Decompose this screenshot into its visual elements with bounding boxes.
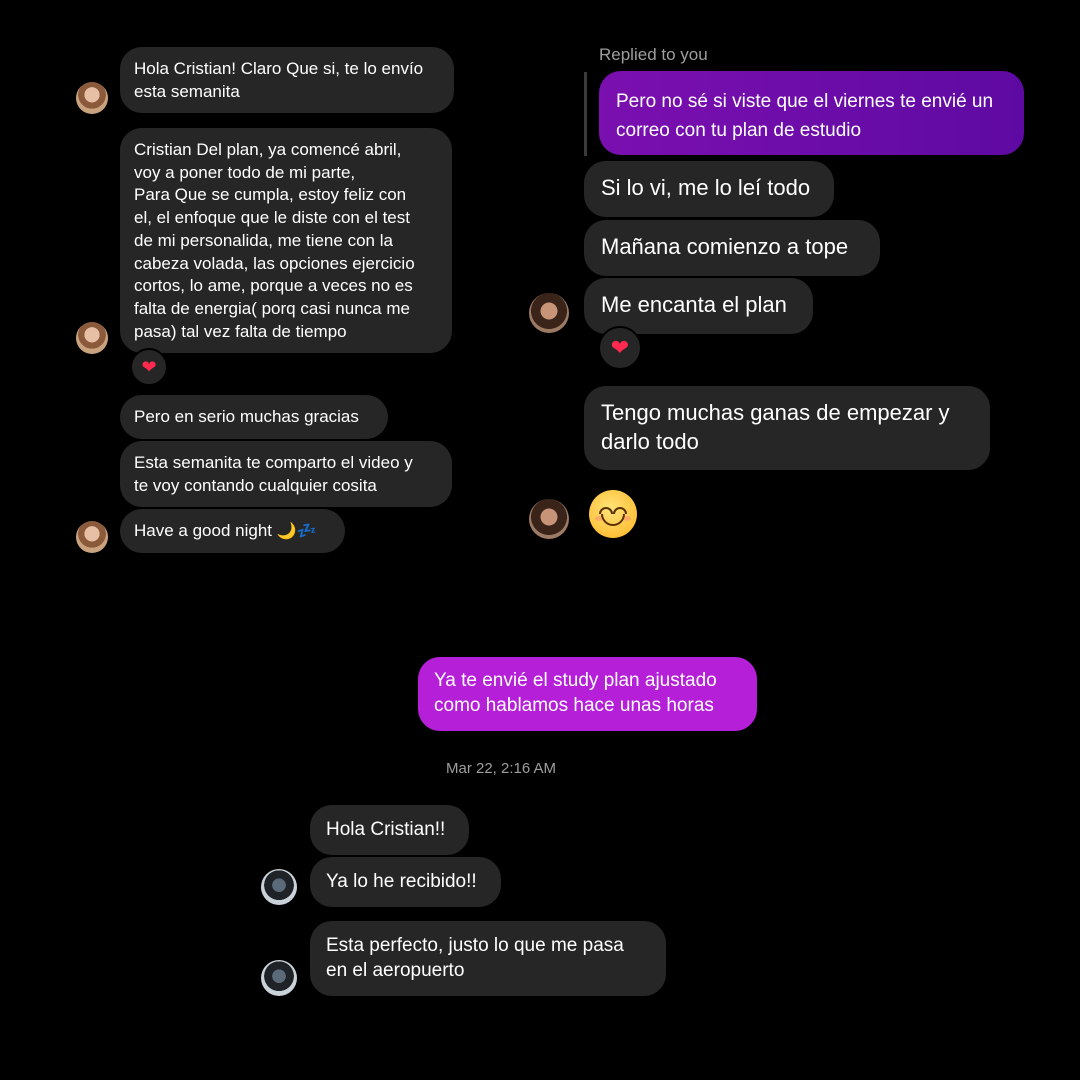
message-text: Have a good night [134,521,272,540]
message-bubble[interactable]: Cristian Del plan, ya comencé abril, voy… [120,128,452,353]
contact-avatar[interactable] [261,869,297,905]
moon-sleep-icon: 🌙💤 [276,523,317,540]
contact-avatar[interactable] [76,521,108,553]
message-bubble[interactable]: Have a good night 🌙💤 [120,509,345,553]
replied-message-bubble[interactable]: Pero no sé si viste que el viernes te en… [599,71,1024,155]
message-bubble[interactable]: Esta semanita te comparto el video y te … [120,441,452,507]
message-bubble[interactable]: Hola Cristian! Claro Que si, te lo envío… [120,47,454,113]
contact-avatar[interactable] [261,960,297,996]
message-bubble[interactable]: Ya lo he recibido!! [310,857,501,907]
heart-reaction-icon[interactable]: ❤ [598,326,642,370]
contact-avatar[interactable] [529,499,569,539]
replied-to-label: Replied to you [599,45,708,64]
message-bubble[interactable]: Pero en serio muchas gracias [120,395,388,439]
message-timestamp: Mar 22, 2:16 AM [446,760,557,777]
message-bubble[interactable]: Tengo muchas ganas de empezar y darlo to… [584,386,990,470]
heart-reaction-icon[interactable]: ❤ [130,348,168,386]
heart-icon: ❤ [141,357,157,377]
contact-avatar[interactable] [529,293,569,333]
smiling-face-icon[interactable] [589,490,637,538]
message-bubble[interactable]: Esta perfecto, justo lo que me pasa en e… [310,921,666,996]
message-bubble[interactable]: Si lo vi, me lo leí todo [584,161,834,217]
reply-indicator-bar [584,72,587,156]
contact-avatar[interactable] [76,322,108,354]
message-bubble[interactable]: Mañana comienzo a tope [584,220,880,276]
message-bubble[interactable]: Hola Cristian!! [310,805,469,855]
contact-avatar[interactable] [76,82,108,114]
sent-message-bubble[interactable]: Ya te envié el study plan ajustado como … [418,657,757,731]
heart-icon: ❤ [610,335,630,360]
